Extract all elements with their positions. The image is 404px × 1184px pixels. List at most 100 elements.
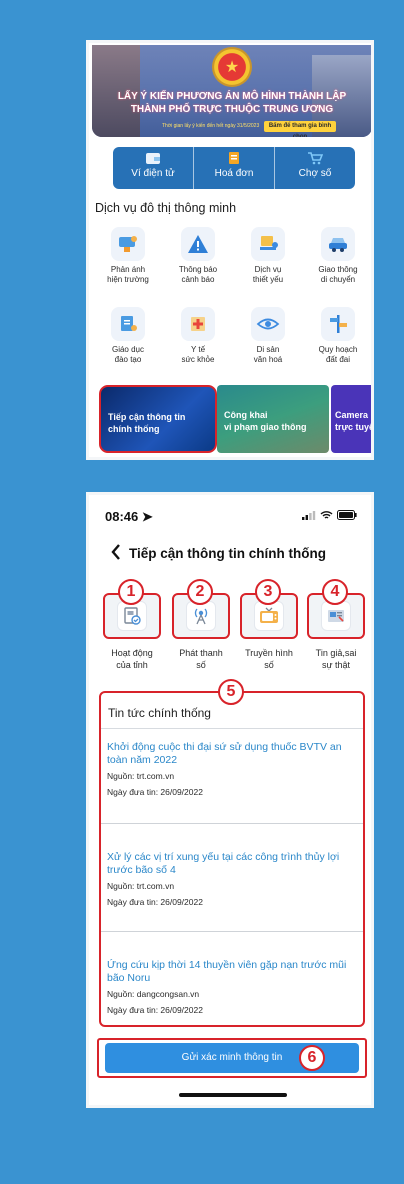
function-label: số <box>264 660 274 670</box>
service-label: hiện trường <box>107 275 149 284</box>
service-planning[interactable]: Quy hoạch đất đai <box>303 307 371 365</box>
card-label-line2: vi phạm giao thông <box>224 422 307 432</box>
service-label: Quy hoạch <box>318 345 358 354</box>
car-icon <box>321 227 355 261</box>
service-label: Giao thông <box>318 265 358 274</box>
invoice-tab-label: Hoá đơn <box>214 168 254 179</box>
national-emblem-icon: ★ <box>212 47 252 87</box>
home-indicator[interactable] <box>179 1093 287 1097</box>
wifi-icon <box>320 511 333 519</box>
function-label: Hoạt động <box>111 648 153 658</box>
quick-actions-bar: Ví điện tử Hoá đơn Chợ số <box>113 147 355 189</box>
warning-icon <box>181 227 215 261</box>
news-title[interactable]: Ứng cứu kịp thời 14 thuyền viên gặp nạn … <box>107 959 359 985</box>
service-transport[interactable]: Giao thông di chuyển <box>303 227 371 285</box>
survey-banner[interactable]: ★ LẤY Ý KIẾN PHƯƠNG ÁN MÔ HÌNH THÀNH LẬP… <box>92 45 371 137</box>
news-item[interactable]: Ứng cứu kịp thời 14 thuyền viên gặp nạn … <box>107 959 359 1015</box>
official-news-panel: Tin tức chính thống Khởi động cuộc thi đ… <box>99 691 365 1027</box>
service-feedback[interactable]: Phản ánh hiện trường <box>93 227 163 285</box>
traffic-violation-card[interactable]: Công khai vi phạm giao thông <box>217 385 329 453</box>
tv-icon <box>254 601 284 631</box>
banner-title-line1: LẤY Ý KIẾN PHƯƠNG ÁN MÔ HÌNH THÀNH LẬP <box>117 91 347 102</box>
news-date: Ngày đưa tin: 26/09/2022 <box>107 787 203 797</box>
function-label: của tỉnh <box>116 660 148 670</box>
divider <box>101 728 363 729</box>
card-label: Công khai vi phạm giao thông <box>224 409 307 433</box>
annotation-badge-5: 5 <box>218 679 244 705</box>
news-item[interactable]: Khởi động cuộc thi đại sứ sử dụng thuốc … <box>107 741 359 797</box>
card-label: Tiếp cận thông tin chính thống <box>108 411 185 435</box>
news-title[interactable]: Xử lý các vị trí xung yếu tại các công t… <box>107 851 359 877</box>
camera-card[interactable]: Camera trực tuyế <box>331 385 374 453</box>
service-essential[interactable]: Dịch vụ thiết yếu <box>233 227 303 285</box>
service-label: văn hoá <box>253 355 283 364</box>
annotation-badge-3: 3 <box>255 579 281 605</box>
service-label: sức khỏe <box>181 355 215 364</box>
cart-icon <box>308 152 323 165</box>
news-icon <box>321 601 351 631</box>
submit-area: Gửi xác minh thông tin <box>97 1038 367 1078</box>
invoice-icon <box>229 152 239 164</box>
vote-button[interactable]: Bấm để tham gia bình chọn <box>264 121 336 137</box>
news-source: Nguồn: trt.com.vn <box>107 771 175 781</box>
banner-title-line2: THÀNH PHỐ TRỰC THUỘC TRUNG ƯƠNG <box>130 104 334 115</box>
back-chevron-icon[interactable] <box>109 542 123 562</box>
invoice-tab[interactable]: Hoá đơn <box>193 147 274 189</box>
market-tab-label: Chợ số <box>298 168 332 179</box>
status-time: 08:46 ➤ <box>105 509 153 525</box>
essential-service-icon <box>251 227 285 261</box>
news-date: Ngày đưa tin: 26/09/2022 <box>107 897 203 907</box>
annotation-badge-2: 2 <box>187 579 213 605</box>
function-label: Truyền hình <box>245 648 293 658</box>
divider <box>101 931 363 932</box>
clock-text: 08:46 <box>105 509 139 524</box>
service-heritage[interactable]: Di sản văn hoá <box>233 307 303 365</box>
wallet-icon <box>146 153 160 164</box>
function-label: Phát thanh <box>179 648 223 658</box>
service-label: di chuyển <box>320 275 356 284</box>
card-label-line2: trực tuyế <box>335 422 374 432</box>
service-label: đào tạo <box>114 355 142 364</box>
feedback-icon <box>111 227 145 261</box>
service-label: Thông báo <box>178 265 218 274</box>
battery-icon <box>337 510 357 520</box>
card-label-line1: Công khai <box>224 410 268 420</box>
service-label: Dịch vụ <box>254 265 282 274</box>
annotation-badge-4: 4 <box>322 579 348 605</box>
annotation-badge-1: 1 <box>118 579 144 605</box>
service-label: Phản ánh <box>110 265 146 274</box>
service-label: cảnh báo <box>181 275 215 284</box>
service-alerts[interactable]: Thông báo cảnh báo <box>163 227 233 285</box>
service-health[interactable]: Y tế sức khỏe <box>163 307 233 365</box>
smart-city-services-title: Dịch vụ đô thị thông minh <box>95 201 237 215</box>
signal-icon <box>302 510 316 520</box>
official-info-screen: 08:46 ➤ Tiếp cận thông tin chính thống H… <box>86 492 374 1108</box>
function-label: sự thật <box>321 660 351 670</box>
card-label: Camera trực tuyế <box>335 409 374 433</box>
news-item[interactable]: Xử lý các vị trí xung yếu tại các công t… <box>107 851 359 907</box>
health-icon <box>181 307 215 341</box>
news-heading: Tin tức chính thống <box>108 706 211 720</box>
card-label-line2: chính thống <box>108 424 160 434</box>
function-label: số <box>196 660 206 670</box>
news-date: Ngày đưa tin: 26/09/2022 <box>107 1005 203 1015</box>
screen-title: Tiếp cận thông tin chính thống <box>129 546 326 561</box>
annotation-badge-6: 6 <box>299 1045 325 1071</box>
status-icons <box>302 510 357 520</box>
news-title[interactable]: Khởi động cuộc thi đại sứ sử dụng thuốc … <box>107 741 359 767</box>
official-info-card[interactable]: Tiếp cận thông tin chính thống <box>99 385 217 453</box>
wallet-tab-label: Ví điện tử <box>131 168 175 179</box>
market-tab[interactable]: Chợ số <box>274 147 355 189</box>
service-label: thiết yếu <box>252 275 284 284</box>
education-icon <box>111 307 145 341</box>
location-arrow-icon: ➤ <box>141 509 153 524</box>
card-label-line1: Camera <box>335 410 369 420</box>
divider <box>101 823 363 824</box>
service-label: Y tế <box>190 345 206 354</box>
home-screen: ★ LẤY Ý KIẾN PHƯƠNG ÁN MÔ HÌNH THÀNH LẬP… <box>86 40 374 460</box>
service-label: Giáo dục <box>111 345 145 354</box>
wallet-tab[interactable]: Ví điện tử <box>113 147 193 189</box>
service-education[interactable]: Giáo dục đào tạo <box>93 307 163 365</box>
radio-tower-icon <box>186 601 216 631</box>
service-label: đất đai <box>325 355 351 364</box>
